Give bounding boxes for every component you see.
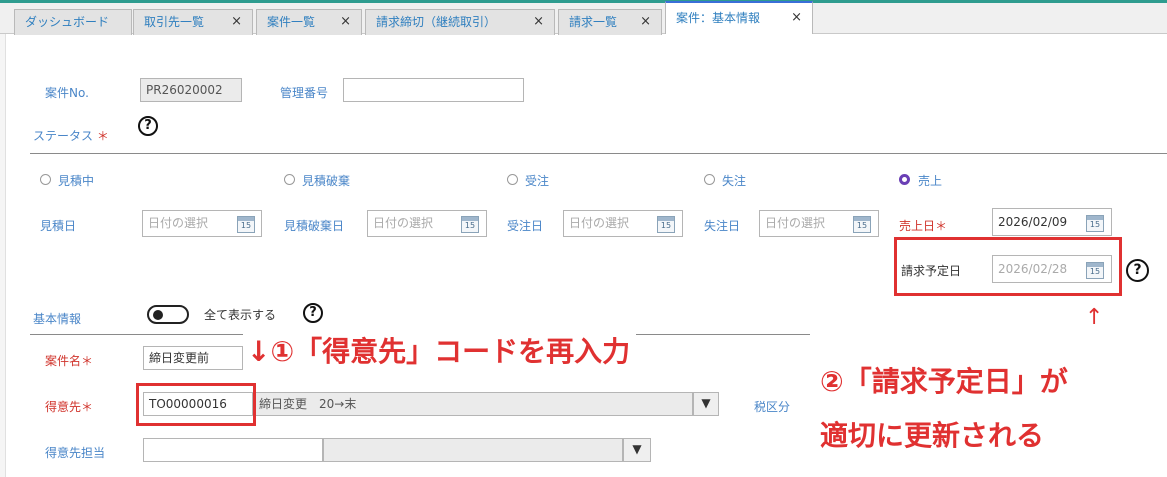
customer-contact-dropdown-button[interactable]: ▼ xyxy=(623,438,651,462)
radio-label-estimating: 見積中 xyxy=(58,174,95,188)
show-all-toggle[interactable] xyxy=(147,305,189,324)
calendar-icon[interactable]: 15 xyxy=(853,216,871,233)
estimate-date-label: 見積日 xyxy=(40,219,77,233)
case-no-label: 案件No. xyxy=(45,86,89,100)
case-name-input[interactable]: 締日変更前 xyxy=(143,346,243,370)
close-icon[interactable]: × xyxy=(340,10,351,34)
show-all-label: 全て表示する xyxy=(204,308,277,322)
radio-estimating[interactable] xyxy=(40,174,51,185)
radio-label-lost: 失注 xyxy=(722,174,747,188)
annotation-step1: ↓①「得意先」コードを再入力 xyxy=(243,330,637,370)
customer-name-field: 締日変更 20→末 xyxy=(253,392,693,416)
tab-label: ダッシュボード xyxy=(25,15,110,29)
mgmt-no-input[interactable] xyxy=(343,78,524,102)
lost-date-label: 失注日 xyxy=(704,219,741,233)
tab-label: 案件：基本情報 xyxy=(676,11,761,25)
close-icon[interactable]: × xyxy=(791,3,802,33)
close-icon[interactable]: × xyxy=(640,10,651,34)
calendar-icon[interactable]: 15 xyxy=(1086,215,1104,232)
radio-label-estimate-discarded: 見積破棄 xyxy=(302,174,351,188)
basic-info-label: 基本情報 xyxy=(33,312,82,326)
radio-label-sales: 売上 xyxy=(918,174,943,188)
calendar-icon[interactable]: 15 xyxy=(237,216,255,233)
annotation-step2-line2: 適切に更新される xyxy=(816,412,1049,456)
customer-contact-code-input[interactable] xyxy=(143,438,323,462)
tab-label: 取引先一覧 xyxy=(144,15,205,29)
tab-label: 案件一覧 xyxy=(267,15,316,29)
discard-date-label: 見積破棄日 xyxy=(284,219,345,233)
toggle-knob xyxy=(153,310,163,320)
tab-label: 請求一覧 xyxy=(569,15,618,29)
tax-category-label: 税区分 xyxy=(754,400,791,414)
required-mark: ＊ xyxy=(96,129,109,143)
tab-label: 請求締切（継続取引） xyxy=(376,15,497,29)
radio-lost[interactable] xyxy=(704,174,715,185)
left-panel-edge xyxy=(0,34,6,477)
basic-info-help-icon[interactable]: ? xyxy=(303,303,323,323)
case-no-field: PR26020002 xyxy=(140,78,242,102)
customer-code-highlight-box xyxy=(136,383,256,426)
radio-ordered[interactable] xyxy=(507,174,518,185)
close-icon[interactable]: × xyxy=(231,10,242,34)
tab-bar: ダッシュボード 取引先一覧 × 案件一覧 × 請求締切（継続取引） × 請求一覧… xyxy=(0,1,1167,35)
order-date-label: 受注日 xyxy=(507,219,544,233)
tab-dashboard[interactable]: ダッシュボード xyxy=(14,9,132,35)
annotation-arrow-up: ↑ xyxy=(1085,305,1104,330)
tab-case-basic-info[interactable]: 案件：基本情報 × xyxy=(665,1,813,34)
customer-label: 得意先＊ xyxy=(45,400,94,414)
status-divider xyxy=(30,153,1167,154)
calendar-icon[interactable]: 15 xyxy=(657,216,675,233)
customer-contact-name-field xyxy=(323,438,623,462)
customer-dropdown-button[interactable]: ▼ xyxy=(693,392,719,416)
tab-billing-cutoff[interactable]: 請求締切（継続取引） × xyxy=(365,9,555,35)
billing-date-highlight-box xyxy=(894,237,1122,296)
customer-contact-label: 得意先担当 xyxy=(45,446,106,460)
billing-help-icon[interactable]: ? xyxy=(1126,259,1149,282)
tab-billing-list[interactable]: 請求一覧 × xyxy=(558,9,662,35)
mgmt-no-label: 管理番号 xyxy=(280,86,329,100)
radio-sales[interactable] xyxy=(899,174,910,185)
radio-estimate-discarded[interactable] xyxy=(284,174,295,185)
status-help-icon[interactable]: ? xyxy=(138,116,158,136)
annotation-step2-line1: ②「請求予定日」が xyxy=(816,358,1072,402)
close-icon[interactable]: × xyxy=(533,10,544,34)
radio-label-ordered: 受注 xyxy=(525,174,550,188)
calendar-icon[interactable]: 15 xyxy=(461,216,479,233)
status-label: ステータス ＊ xyxy=(33,129,109,143)
sales-date-label: 売上日＊ xyxy=(899,219,948,233)
tab-case-list[interactable]: 案件一覧 × xyxy=(256,9,362,35)
case-name-label: 案件名＊ xyxy=(45,354,94,368)
tab-client-list[interactable]: 取引先一覧 × xyxy=(133,9,253,35)
